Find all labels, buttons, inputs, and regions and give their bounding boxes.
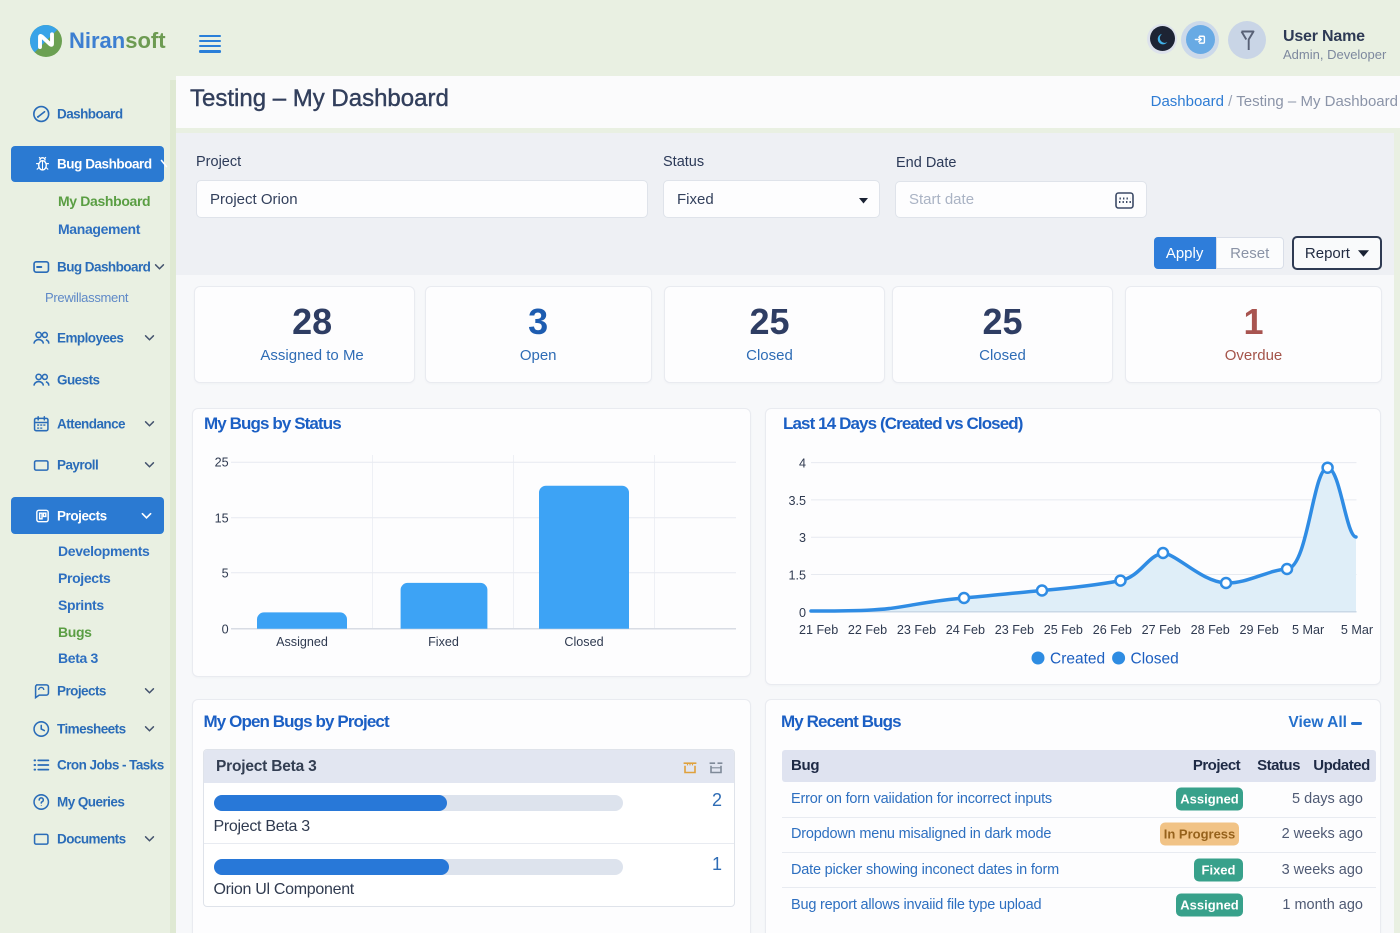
svg-text:0: 0 — [222, 622, 229, 636]
svg-text:21 Feb: 21 Feb — [799, 623, 838, 637]
svg-text:28 Feb: 28 Feb — [1191, 623, 1230, 637]
svg-text:23 Feb: 23 Feb — [897, 623, 936, 637]
svg-text:Assigned: Assigned — [276, 635, 328, 649]
svg-text:23 Feb: 23 Feb — [995, 623, 1034, 637]
svg-text:3.5: 3.5 — [788, 494, 806, 508]
svg-text:5 Mar: 5 Mar — [1292, 623, 1324, 637]
svg-text:5 Mar: 5 Mar — [1341, 623, 1373, 637]
svg-text:26 Feb: 26 Feb — [1093, 623, 1132, 637]
svg-text:4: 4 — [799, 456, 806, 470]
svg-text:1.5: 1.5 — [788, 569, 806, 583]
svg-text:25 Feb: 25 Feb — [1044, 623, 1083, 637]
svg-text:3: 3 — [799, 531, 806, 545]
svg-text:0: 0 — [799, 606, 806, 620]
svg-text:5: 5 — [222, 567, 229, 581]
svg-text:Fixed: Fixed — [428, 635, 459, 649]
svg-text:27 Feb: 27 Feb — [1142, 623, 1181, 637]
svg-text:24 Feb: 24 Feb — [946, 623, 985, 637]
svg-text:Closed: Closed — [1131, 651, 1179, 668]
svg-text:Created: Created — [1050, 651, 1105, 668]
svg-text:29 Feb: 29 Feb — [1239, 623, 1278, 637]
svg-text:Closed: Closed — [564, 635, 603, 649]
svg-text:15: 15 — [215, 511, 229, 525]
svg-text:25: 25 — [215, 456, 229, 470]
svg-text:22 Feb: 22 Feb — [848, 623, 887, 637]
